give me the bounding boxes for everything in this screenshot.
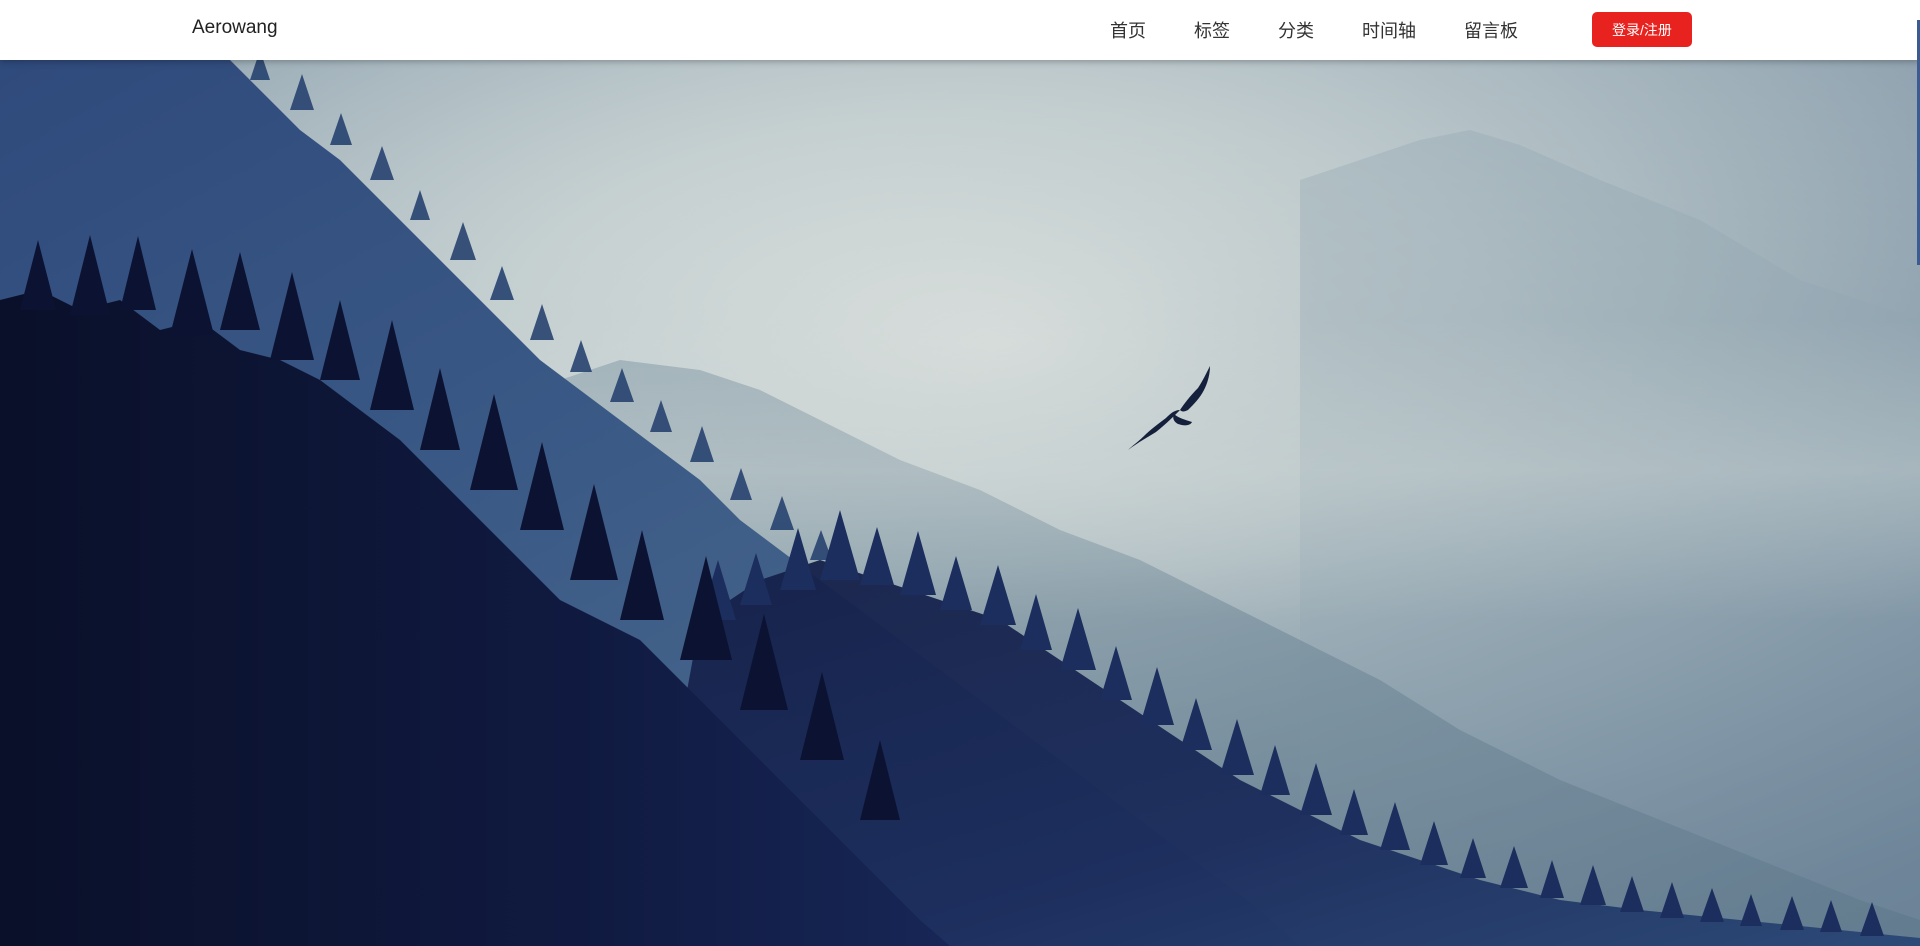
page: Aerowang 首页 标签 分类 时间轴 留言板 登录/注册 <box>0 0 1920 946</box>
nav-item-tags[interactable]: 标签 <box>1194 17 1230 43</box>
nav-item-categories[interactable]: 分类 <box>1278 17 1314 43</box>
login-register-button[interactable]: 登录/注册 <box>1592 12 1692 47</box>
brand-logo-text[interactable]: Aerowang <box>192 17 278 39</box>
misty-forest-illustration <box>0 60 1920 946</box>
hero-banner-image <box>0 60 1920 946</box>
nav-item-home[interactable]: 首页 <box>1110 17 1146 43</box>
nav-item-timeline[interactable]: 时间轴 <box>1362 17 1416 43</box>
main-nav: 首页 标签 分类 时间轴 留言板 <box>1110 0 1566 60</box>
nav-item-guestbook[interactable]: 留言板 <box>1464 17 1518 43</box>
top-navbar: Aerowang 首页 标签 分类 时间轴 留言板 登录/注册 <box>0 0 1920 60</box>
